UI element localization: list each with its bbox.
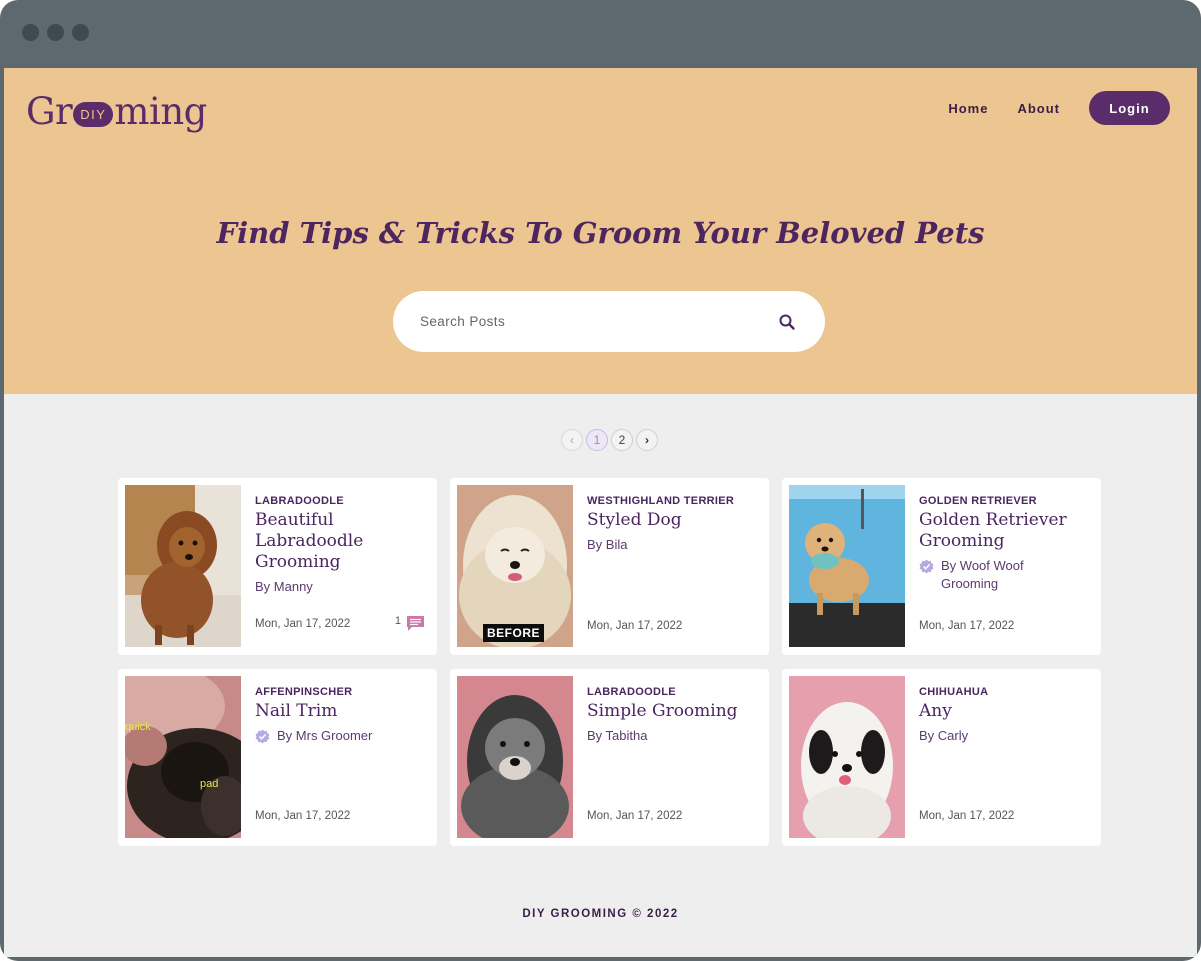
post-category: LABRADOODLE	[255, 495, 344, 507]
comment-count[interactable]: 1	[395, 615, 425, 632]
post-card[interactable]: LABRADOODLE Simple Grooming By Tabitha M…	[450, 669, 769, 846]
browser-window: Gr DIY ming Home About Login Find Tips &…	[0, 0, 1201, 961]
main-nav: Home About Login	[948, 91, 1170, 125]
post-author[interactable]: By Woof Woof Grooming	[919, 557, 1079, 593]
photo-label-quick: quick	[125, 721, 151, 733]
post-title[interactable]: Any	[919, 701, 1089, 722]
post-date: Mon, Jan 17, 2022	[255, 618, 351, 630]
logo-text-end: ming	[114, 90, 207, 133]
post-card[interactable]: CHIHUAHUA Any By Carly Mon, Jan 17, 2022	[782, 669, 1101, 846]
post-thumbnail-westie[interactable]: BEFORE	[457, 485, 573, 647]
post-thumbnail-chihuahua[interactable]	[789, 676, 905, 838]
logo-badge: DIY	[73, 102, 114, 127]
pagination-prev-button[interactable]: ‹	[561, 429, 583, 451]
post-category: LABRADOODLE	[587, 686, 676, 698]
logo-text-start: Gr	[26, 90, 73, 133]
photo-label-pad: pad	[200, 778, 219, 790]
post-thumbnail-golden-retriever[interactable]	[789, 485, 905, 647]
window-dot[interactable]	[47, 24, 64, 41]
post-thumbnail-affenpinscher-paw[interactable]: quick pad	[125, 676, 241, 838]
post-author[interactable]: By Bila	[587, 536, 747, 554]
post-card[interactable]: GOLDEN RETRIEVER Golden Retriever Groomi…	[782, 478, 1101, 655]
pagination-page-button[interactable]: 1	[586, 429, 608, 451]
post-title[interactable]: Golden Retriever Grooming	[919, 510, 1089, 552]
post-date: Mon, Jan 17, 2022	[919, 620, 1015, 632]
post-author[interactable]: By Tabitha	[587, 727, 747, 745]
post-category: GOLDEN RETRIEVER	[919, 495, 1037, 507]
post-card[interactable]: quick pad AFFENPINSCHER Nail Trim By Mrs…	[118, 669, 437, 846]
photo-label-before: BEFORE	[483, 624, 545, 642]
login-button[interactable]: Login	[1089, 91, 1170, 125]
post-author[interactable]: By Manny	[255, 578, 415, 596]
nav-about-link[interactable]: About	[1017, 101, 1060, 116]
post-card[interactable]: BEFORE WESTHIGHLAND TERRIER Styled Dog B…	[450, 478, 769, 655]
search-input[interactable]	[420, 314, 760, 329]
hero-headline: Find Tips & Tricks To Groom Your Beloved…	[216, 216, 985, 250]
post-title[interactable]: Simple Grooming	[587, 701, 757, 722]
post-date: Mon, Jan 17, 2022	[587, 620, 683, 632]
post-category: CHIHUAHUA	[919, 686, 989, 698]
post-thumbnail-labradoodle-grey[interactable]	[457, 676, 573, 838]
post-date: Mon, Jan 17, 2022	[919, 810, 1015, 822]
post-card[interactable]: LABRADOODLE Beautiful Labradoodle Groomi…	[118, 478, 437, 655]
post-author[interactable]: By Carly	[919, 727, 1079, 745]
footer-copyright: DIY GROOMING © 2022	[522, 908, 679, 920]
hero-section: Gr DIY ming Home About Login Find Tips &…	[4, 68, 1197, 394]
post-author-name: By Mrs Groomer	[277, 728, 373, 743]
post-date: Mon, Jan 17, 2022	[587, 810, 683, 822]
post-thumbnail-labradoodle-brown[interactable]	[125, 485, 241, 647]
verified-badge-icon	[919, 559, 934, 574]
search-icon[interactable]	[778, 313, 796, 331]
post-date: Mon, Jan 17, 2022	[255, 810, 351, 822]
post-category: WESTHIGHLAND TERRIER	[587, 495, 735, 507]
site-logo[interactable]: Gr DIY ming	[26, 90, 207, 133]
window-dot[interactable]	[72, 24, 89, 41]
pagination-page-button[interactable]: 2	[611, 429, 633, 451]
comment-count-value: 1	[394, 615, 401, 627]
post-author-name: By Woof Woof Grooming	[941, 558, 1024, 591]
post-author[interactable]: By Mrs Groomer	[255, 727, 415, 745]
window-controls	[22, 24, 89, 41]
page-viewport: Gr DIY ming Home About Login Find Tips &…	[4, 68, 1197, 957]
post-title[interactable]: Styled Dog	[587, 510, 757, 531]
search-bar	[393, 291, 825, 352]
post-title[interactable]: Beautiful Labradoodle Grooming	[255, 510, 425, 573]
verified-badge-icon	[255, 729, 270, 744]
post-title[interactable]: Nail Trim	[255, 701, 425, 722]
nav-home-link[interactable]: Home	[948, 101, 988, 116]
comment-icon	[407, 616, 424, 631]
window-dot[interactable]	[22, 24, 39, 41]
pagination-next-button[interactable]: ›	[636, 429, 658, 451]
pagination: ‹ 1 2 ›	[561, 429, 658, 451]
post-category: AFFENPINSCHER	[255, 686, 353, 698]
